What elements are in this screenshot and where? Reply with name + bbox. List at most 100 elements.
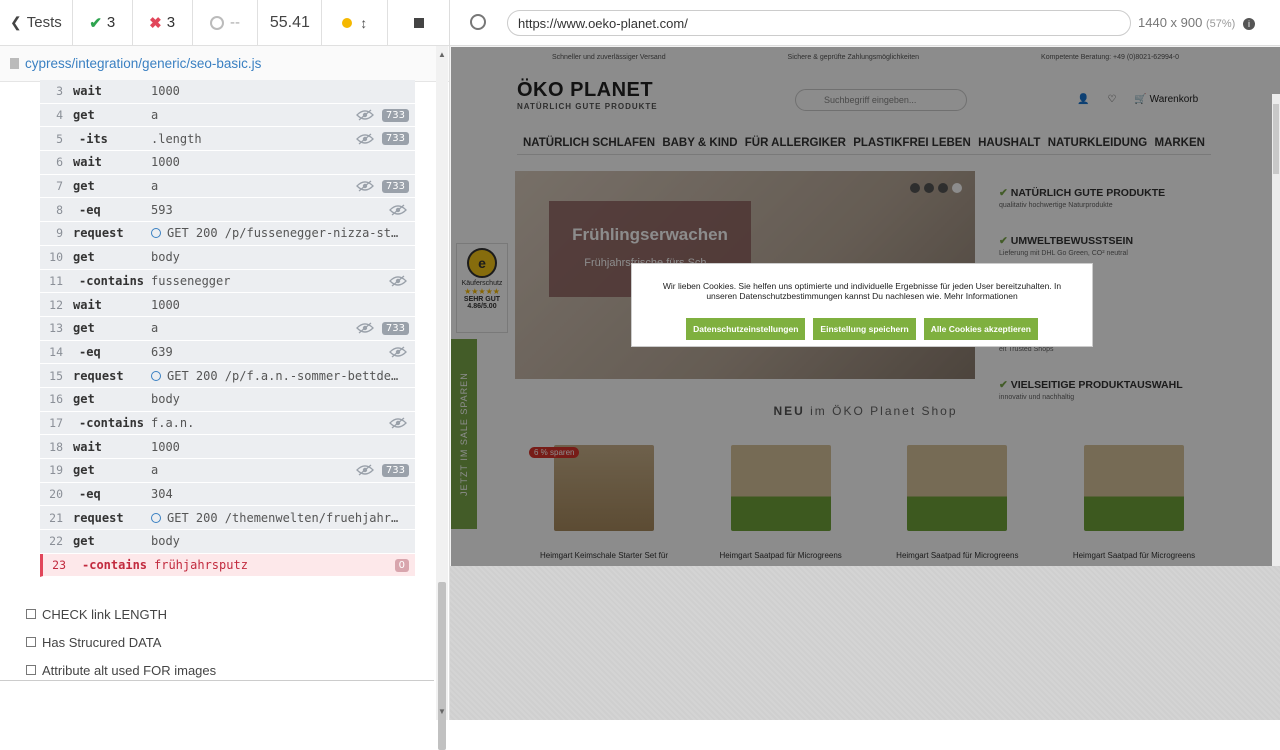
command-number: 17 [49, 415, 63, 430]
command-row[interactable]: 22 get body [40, 530, 415, 554]
command-message: a [151, 179, 159, 194]
command-message: 1000 [151, 297, 180, 312]
command-row[interactable]: 17 -contains f.a.n. [40, 411, 415, 436]
command-row[interactable]: 13 get a 733 [40, 316, 415, 341]
command-message: f.a.n. [151, 415, 195, 430]
command-row[interactable]: 15 request GET 200 /p/f.a.n.-sommer-bettde… [40, 364, 415, 388]
command-number: 9 [56, 226, 63, 241]
command-number: 19 [49, 463, 63, 478]
test-list: CHECK link LENGTH Has Strucured DATA Attri… [26, 600, 216, 684]
iframe-scroll-thumb[interactable] [1273, 104, 1279, 174]
command-number: 18 [49, 439, 63, 454]
cross-icon: ✖ [149, 14, 162, 32]
command-row[interactable]: 14 -eq 639 [40, 340, 415, 365]
command-number: 22 [49, 534, 63, 549]
command-number: 5 [56, 131, 63, 146]
command-name: get [73, 321, 95, 336]
command-row[interactable]: 10 get body [40, 245, 415, 270]
pending-test-icon [26, 637, 36, 647]
element-count-badge: 733 [381, 132, 409, 146]
back-to-tests-button[interactable]: ❮ Tests [0, 0, 73, 46]
save-settings-button[interactable]: Einstellung speichern [813, 318, 916, 341]
pending-test-icon [26, 609, 36, 619]
command-number: 15 [49, 368, 63, 383]
spec-file-path[interactable]: cypress/integration/generic/seo-basic.js [25, 56, 261, 71]
stop-icon [413, 17, 424, 28]
request-circle-icon [151, 370, 161, 381]
command-number: 6 [56, 155, 63, 170]
command-name: wait [73, 297, 102, 312]
command-number: 14 [49, 344, 63, 359]
command-number: 12 [49, 297, 63, 312]
command-name: wait [73, 155, 102, 170]
scrollbar[interactable]: ▲ ▼ [436, 46, 448, 750]
empty-viewport-area [450, 566, 1280, 720]
command-row[interactable]: 16 get body [40, 387, 415, 412]
spec-file-bar[interactable]: cypress/integration/generic/seo-basic.js [0, 46, 449, 82]
aut-iframe: Schneller und zuverlässiger Versand Sich… [451, 47, 1280, 566]
cookie-consent-dialog: Wir lieben Cookies. Sie helfen uns optim… [631, 263, 1093, 347]
eye-slash-icon [355, 133, 374, 145]
command-message: body [151, 392, 180, 407]
command-number: 10 [49, 250, 63, 265]
privacy-settings-button[interactable]: Datenschutzeinstellungen [686, 318, 806, 341]
duration: 55.41 [258, 0, 323, 46]
accept-all-cookies-button[interactable]: Alle Cookies akzeptieren [923, 318, 1038, 341]
command-row[interactable]: 4 get a 733 [40, 103, 415, 128]
command-message: fussenegger [151, 273, 231, 288]
command-row[interactable]: 11 -contains fussenegger [40, 269, 415, 294]
element-count-badge: 733 [381, 321, 409, 335]
command-list: 3 wait 1000 4 get a 733 5 -its .length 733 6 wait 100… [40, 80, 415, 578]
scroll-up-icon[interactable]: ▲ [438, 50, 446, 59]
command-name: -its [79, 131, 108, 146]
passed-count[interactable]: ✔ 3 [73, 0, 133, 46]
iframe-scrollbar[interactable] [1272, 94, 1280, 566]
command-message: 593 [151, 202, 173, 217]
command-row[interactable]: 9 request GET 200 /p/fussenegger-nizza-st… [40, 222, 415, 246]
scroll-thumb[interactable] [438, 582, 446, 750]
info-icon[interactable]: i [1242, 18, 1255, 30]
element-count-badge: 0 [394, 558, 409, 572]
command-row[interactable]: 23 -contains frühjahrsputz 0 [40, 553, 415, 578]
scroll-down-icon[interactable]: ▼ [438, 707, 446, 716]
pending-count[interactable]: -- [193, 0, 259, 46]
command-row[interactable]: 18 wait 1000 [40, 435, 415, 459]
command-message: GET 200 /themenwelten/fruehjahr… [151, 511, 415, 525]
test-item[interactable]: Has Strucured DATA [26, 628, 216, 656]
command-row[interactable]: 19 get a 733 [40, 459, 415, 483]
command-row[interactable]: 20 -eq 304 [40, 482, 415, 507]
command-row[interactable]: 21 request GET 200 /themenwelten/fruehjahr… [40, 506, 415, 531]
command-row[interactable]: 3 wait 1000 [40, 80, 415, 104]
command-message: a [151, 321, 159, 336]
stop-button[interactable] [388, 0, 449, 46]
eye-slash-icon [389, 275, 407, 287]
command-message: a [151, 108, 159, 123]
command-message: GET 200 /p/f.a.n.-sommer-bettde… [151, 369, 415, 383]
command-number: 20 [49, 487, 63, 502]
command-number: 13 [49, 321, 63, 336]
command-row[interactable]: 8 -eq 593 [40, 198, 415, 223]
command-message: frühjahrsputz [154, 558, 248, 573]
reporter-header: ❮ Tests ✔ 3 ✖ 3 -- 55.41 ↕ [0, 0, 449, 46]
command-row[interactable]: 12 wait 1000 [40, 293, 415, 317]
command-number: 11 [49, 273, 63, 288]
command-name: -eq [79, 202, 101, 217]
command-row[interactable]: 5 -its .length 733 [40, 127, 415, 152]
command-name: wait [73, 439, 102, 454]
url-field[interactable]: https://www.oeko-planet.com/ [507, 10, 1131, 36]
eye-slash-icon [355, 180, 374, 192]
test-item[interactable]: CHECK link LENGTH [26, 600, 216, 628]
request-circle-icon [151, 512, 161, 523]
command-number: 7 [56, 179, 63, 194]
command-name: get [73, 108, 95, 123]
command-message: a [151, 463, 159, 478]
command-name: get [73, 250, 95, 265]
selector-playground-icon[interactable] [470, 14, 486, 30]
eye-slash-icon [355, 109, 374, 121]
toggle-scroll-icon[interactable]: ↕ [360, 15, 367, 31]
check-icon: ✔ [89, 14, 102, 32]
failed-count[interactable]: ✖ 3 [133, 0, 193, 46]
command-name: request [73, 510, 124, 525]
command-row[interactable]: 6 wait 1000 [40, 151, 415, 175]
command-row[interactable]: 7 get a 733 [40, 174, 415, 199]
